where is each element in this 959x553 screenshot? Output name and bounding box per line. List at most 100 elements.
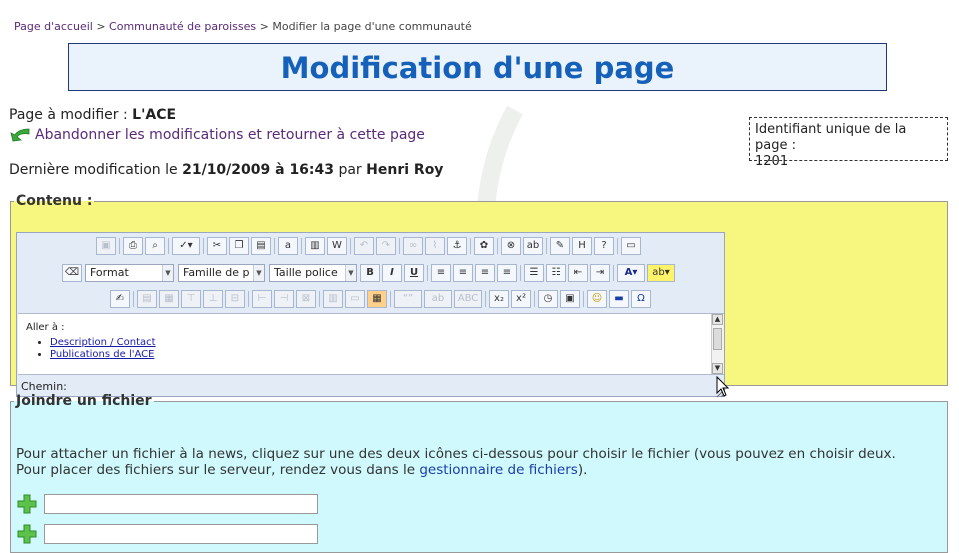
eraser-icon[interactable]: ⌫	[62, 264, 82, 282]
find-icon[interactable]: ⊗	[501, 237, 521, 255]
table-icon[interactable]: ▦	[367, 290, 387, 308]
align-center-icon[interactable]: ≡	[453, 264, 473, 282]
breadcrumb-separator: >	[259, 20, 269, 33]
add-file-icon[interactable]	[16, 523, 38, 545]
breadcrumb-home[interactable]: Page d'accueil	[14, 20, 93, 33]
delete-row-icon[interactable]: ⊟	[225, 290, 245, 308]
chevron-down-icon: ▼	[253, 265, 264, 281]
html-source-icon[interactable]: H	[572, 237, 592, 255]
bullet-list-icon[interactable]: ☰	[524, 264, 544, 282]
toolbar-separator	[470, 238, 471, 254]
fullscreen-icon[interactable]: ▭	[621, 237, 641, 255]
table-row-props-icon[interactable]: ▤	[137, 290, 157, 308]
preview-icon[interactable]: ⌕	[145, 237, 165, 255]
split-cells-icon[interactable]: ▥	[323, 290, 343, 308]
joindre-instructions: Pour attacher un fichier à la news, cliq…	[16, 446, 896, 478]
undo-icon[interactable]: ↶	[354, 237, 374, 255]
scroll-down-icon[interactable]: ▼	[712, 363, 723, 374]
font-family-select[interactable]: Famille de p ▼	[178, 264, 265, 282]
format-select-label: Format	[90, 266, 129, 279]
horizontal-rule-icon[interactable]: ▬	[609, 290, 629, 308]
anchor-icon[interactable]: ⚓	[447, 237, 467, 255]
print-icon[interactable]: ⎙	[123, 237, 143, 255]
back-link[interactable]: Abandonner les modifications et retourne…	[9, 126, 425, 144]
text-color-icon[interactable]: A▾	[617, 264, 645, 282]
editor-scrollbar[interactable]: ▲ ▼	[711, 314, 724, 374]
toolbar-row-3: ✍ ▤ ▦ ⊤ ⊥ ⊟ ⊢ ⊣ ⊠ ▥ ▭ ▦ “” ab ABC x₂ x² …	[109, 289, 652, 309]
abbr-icon[interactable]: ab	[424, 290, 452, 308]
replace-icon[interactable]: ab	[523, 237, 543, 255]
page-id-label: Identifiant unique de la page :	[755, 122, 907, 153]
subscript-icon[interactable]: x₂	[489, 290, 509, 308]
chevron-down-icon: ▼	[162, 265, 173, 281]
toolbar-separator	[319, 291, 320, 307]
unlink-icon[interactable]: ⌇	[425, 237, 445, 255]
editor-link-description[interactable]: Description / Contact	[50, 337, 156, 348]
last-modified: Dernière modification le 21/10/2009 à 16…	[9, 162, 443, 178]
redo-icon[interactable]: ↷	[376, 237, 396, 255]
copy-icon[interactable]: ❐	[229, 237, 249, 255]
merge-cells-icon[interactable]: ▭	[345, 290, 365, 308]
help-icon[interactable]: ?	[594, 237, 614, 255]
italic-icon[interactable]: I	[382, 264, 402, 282]
joindre-legend: Joindre un fichier	[16, 393, 152, 409]
toolbar-separator	[390, 291, 391, 307]
link-icon[interactable]: ∞	[403, 237, 423, 255]
file-input-2[interactable]	[44, 524, 318, 544]
back-link-label[interactable]: Abandonner les modifications et retourne…	[35, 127, 425, 143]
emoticon-icon[interactable]: ☺	[587, 290, 607, 308]
insert-col-before-icon[interactable]: ⊢	[252, 290, 272, 308]
format-select[interactable]: Format ▼	[85, 264, 174, 282]
paste-icon[interactable]: ▤	[251, 237, 271, 255]
insert-row-before-icon[interactable]: ⊤	[181, 290, 201, 308]
scroll-up-icon[interactable]: ▲	[712, 314, 723, 325]
insert-date-icon[interactable]: ▣	[560, 290, 580, 308]
bold-icon[interactable]: B	[360, 264, 380, 282]
save-icon[interactable]: ▣	[96, 237, 116, 255]
cleanup-icon[interactable]: ✎	[550, 237, 570, 255]
editor-content-area[interactable]: Aller à : Description / Contact Publicat…	[18, 313, 724, 375]
image-icon[interactable]: ✿	[474, 237, 494, 255]
breadcrumb-communaute[interactable]: Communauté de paroisses	[109, 20, 256, 33]
superscript-icon[interactable]: x²	[511, 290, 531, 308]
paste-text-icon[interactable]: a	[278, 237, 298, 255]
add-file-icon[interactable]	[16, 493, 38, 515]
file-manager-link[interactable]: gestionnaire de fichiers	[419, 462, 578, 478]
cut-icon[interactable]: ✂	[207, 237, 227, 255]
insert-layer-icon[interactable]: ✍	[110, 290, 130, 308]
insert-col-after-icon[interactable]: ⊣	[274, 290, 294, 308]
scroll-thumb[interactable]	[713, 328, 722, 350]
delete-col-icon[interactable]: ⊠	[296, 290, 316, 308]
indent-icon[interactable]: ⇥	[590, 264, 610, 282]
editor-link-publications[interactable]: Publications de l'ACE	[50, 349, 154, 360]
last-modified-prefix: Dernière modification le	[9, 162, 178, 178]
underline-icon[interactable]: U	[404, 264, 424, 282]
file-row-2	[16, 523, 318, 545]
last-modified-author: Henri Roy	[366, 162, 444, 178]
table-cell-props-icon[interactable]: ▦	[159, 290, 179, 308]
highlight-color-icon[interactable]: ab▾	[647, 264, 675, 282]
paste-word-icon[interactable]: W	[327, 237, 347, 255]
quote-icon[interactable]: “”	[394, 290, 422, 308]
align-right-icon[interactable]: ≡	[475, 264, 495, 282]
toolbar-separator	[119, 238, 120, 254]
align-left-icon[interactable]: ≡	[431, 264, 451, 282]
font-size-select[interactable]: Taille police ▼	[269, 264, 357, 282]
outdent-icon[interactable]: ⇤	[568, 264, 588, 282]
toolbar-separator	[203, 238, 204, 254]
align-justify-icon[interactable]: ≡	[497, 264, 517, 282]
insert-time-icon[interactable]: ◷	[538, 290, 558, 308]
toolbar-separator	[399, 238, 400, 254]
file-input-1[interactable]	[44, 494, 318, 514]
special-char-icon[interactable]: Ω	[631, 290, 651, 308]
spellcheck-icon[interactable]: ✓▾	[172, 237, 200, 255]
paste-special-icon[interactable]: ▥	[305, 237, 325, 255]
return-arrow-icon[interactable]	[9, 126, 31, 144]
acronym-icon[interactable]: ABC	[454, 290, 482, 308]
page-title-box: Modification d'une page	[68, 43, 887, 91]
numbered-list-icon[interactable]: ☷	[546, 264, 566, 282]
toolbar-row-1: ▣ ⎙ ⌕ ✓▾ ✂ ❐ ▤ a ▥ W ↶ ↷ ∞ ⌇ ⚓ ✿ ⊗ ab ✎ …	[95, 236, 642, 256]
list-item: Publications de l'ACE	[50, 349, 156, 361]
joindre-line-2-prefix: Pour placer des fichiers sur le serveur,…	[16, 462, 416, 478]
insert-row-after-icon[interactable]: ⊥	[203, 290, 223, 308]
